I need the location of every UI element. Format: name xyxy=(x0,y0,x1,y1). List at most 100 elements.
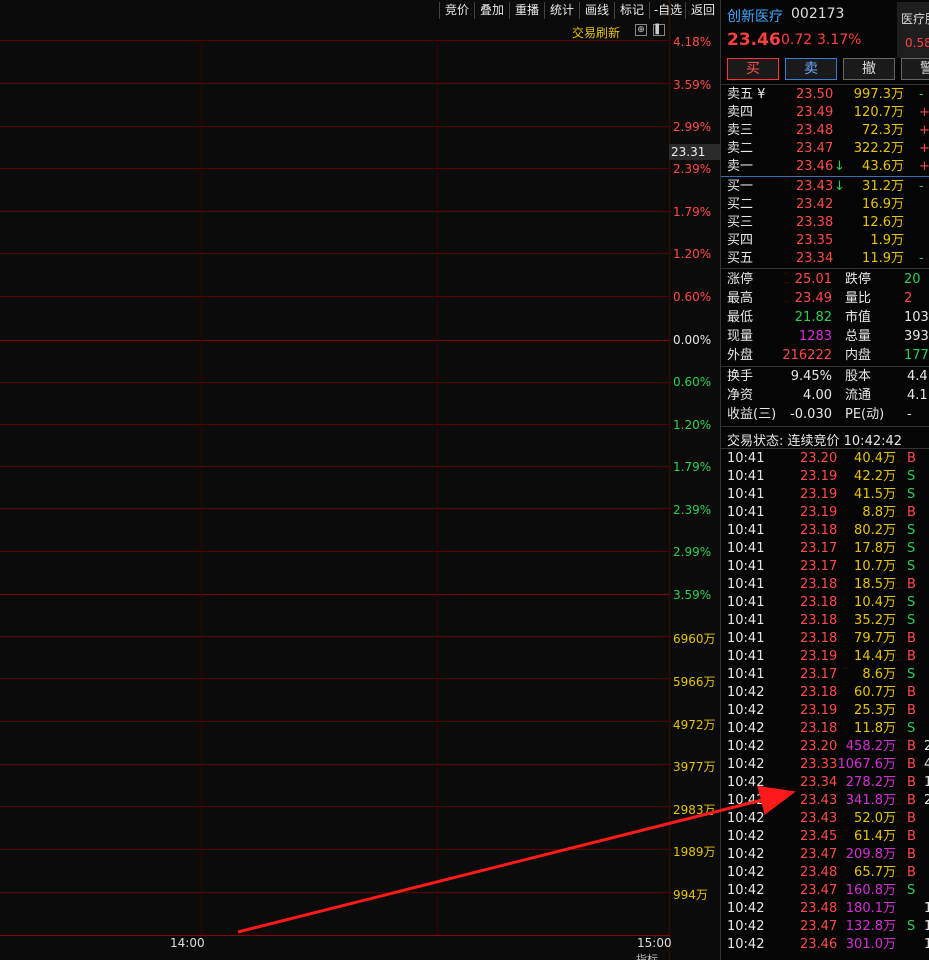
ask-volume: 120.7万 xyxy=(853,105,904,120)
stat-label: 涨停 xyxy=(727,272,754,287)
tick-volume: 1067.6万 xyxy=(837,757,897,772)
volume-label: 6960万 xyxy=(673,632,716,646)
refresh-label: 交易刷新 xyxy=(572,26,621,40)
tick-row: 10:42 23.19 25.3万 B xyxy=(721,702,929,720)
grid-line xyxy=(0,340,669,341)
bid-volume: 1.9万 xyxy=(870,233,904,248)
bid-price: 23.42 xyxy=(796,197,834,212)
tick-time: 10:42 xyxy=(727,685,765,700)
indicator-tab[interactable]: 指标 xyxy=(636,951,658,960)
toolbar-button-1[interactable]: 叠加 xyxy=(476,1,508,20)
tick-row: 10:41 23.19 41.5万 S xyxy=(721,486,929,504)
tick-price: 23.48 xyxy=(800,865,838,880)
ask-volume: 72.3万 xyxy=(862,123,904,138)
tick-row: 10:41 23.17 8.6万 S xyxy=(721,666,929,684)
tick-time: 10:42 xyxy=(727,901,765,916)
price-change: 0.72 xyxy=(781,32,813,48)
tick-price: 23.33 xyxy=(800,757,838,772)
divider xyxy=(721,176,929,177)
intraday-chart[interactable] xyxy=(0,0,669,960)
ask-volume: 43.6万 xyxy=(862,159,904,174)
tick-side: B xyxy=(907,793,916,808)
tick-side: B xyxy=(907,847,916,862)
tick-side: S xyxy=(907,469,916,484)
tick-count: 1 xyxy=(924,774,929,792)
tick-row: 10:42 23.43 52.0万 B xyxy=(721,810,929,828)
bid-row: 买四 23.35 1.9万 xyxy=(721,232,929,250)
stat-label: 总量 xyxy=(845,329,872,344)
toolbar-button-5[interactable]: 标记 xyxy=(616,1,648,20)
tick-volume: 278.2万 xyxy=(845,775,896,790)
panel-toggle-icon[interactable]: ▌ xyxy=(653,24,665,36)
last-price: 23.46 xyxy=(727,30,781,50)
stat-value: 2 xyxy=(904,291,913,306)
tick-price: 23.18 xyxy=(800,721,838,736)
tick-row: 10:42 23.34 278.2万 B1 xyxy=(721,774,929,792)
stat-label: 外盘 xyxy=(727,348,754,363)
bid-price: 23.38 xyxy=(796,215,834,230)
tick-side: B xyxy=(907,631,916,646)
stock-name[interactable]: 创新医疗 xyxy=(727,6,783,26)
tick-time: 10:41 xyxy=(727,631,765,646)
tick-volume: 79.7万 xyxy=(854,631,896,646)
tick-volume: 10.7万 xyxy=(854,559,896,574)
tick-side: B xyxy=(907,505,916,520)
toolbar-button-3[interactable]: 统计 xyxy=(546,1,578,20)
ask-price: 23.49 xyxy=(796,105,834,120)
alert-button[interactable]: 警 xyxy=(901,58,929,80)
tick-row: 10:41 23.18 10.4万 S xyxy=(721,594,929,612)
stats-row: 现量 1283 总量 3932 xyxy=(721,328,929,346)
grid-line xyxy=(0,935,669,936)
tick-price: 23.19 xyxy=(800,703,838,718)
cancel-button[interactable]: 撤 xyxy=(843,58,895,80)
stat-value: 20 xyxy=(904,272,921,287)
toolbar-button-6[interactable]: -自选 xyxy=(651,1,685,20)
bid-volume: 12.6万 xyxy=(862,215,904,230)
tick-time: 10:42 xyxy=(727,883,765,898)
tick-side: B xyxy=(907,811,916,826)
toolbar-button-2[interactable]: 重播 xyxy=(511,1,543,20)
ask-price: 23.50 xyxy=(796,87,834,102)
tick-time: 10:41 xyxy=(727,595,765,610)
bid-row: 买三 23.38 12.6万 xyxy=(721,214,929,232)
tick-volume: 132.8万 xyxy=(845,919,896,934)
bid-label: 买四 xyxy=(727,233,754,248)
current-price-tag: 23.31 xyxy=(669,144,720,160)
bid-volume: 16.9万 xyxy=(862,197,904,212)
price-change-pct: 3.17% xyxy=(817,32,862,48)
pct-label-up: 1.79% xyxy=(673,205,712,219)
sector-box[interactable]: 医疗服 0.58 xyxy=(897,2,929,58)
stat-value: 21.82 xyxy=(794,310,832,325)
sector-name: 医疗服 xyxy=(901,12,929,26)
toolbar-button-4[interactable]: 画线 xyxy=(581,1,613,20)
tick-row: 10:42 23.18 60.7万 B xyxy=(721,684,929,702)
chart-toolbar: 竞价 叠加 重播 统计 画线 标记 -自选 返回 xyxy=(0,0,720,21)
tick-volume: 52.0万 xyxy=(854,811,896,826)
tick-volume: 60.7万 xyxy=(854,685,896,700)
divider xyxy=(721,426,929,427)
tick-price: 23.45 xyxy=(800,829,838,844)
tick-row: 10:41 23.19 8.8万 B xyxy=(721,504,929,522)
tick-time: 10:41 xyxy=(727,541,765,556)
divider xyxy=(721,268,929,269)
tick-time: 10:42 xyxy=(727,937,765,952)
tick-count: 2 xyxy=(924,738,929,756)
fund-label: 收益(三) xyxy=(727,407,777,422)
stat-label: 最高 xyxy=(727,291,754,306)
tick-volume: 25.3万 xyxy=(854,703,896,718)
buy-button[interactable]: 买 xyxy=(727,58,779,80)
ask-volume: 997.3万 xyxy=(853,87,904,102)
toolbar-button-7[interactable]: 返回 xyxy=(687,1,719,20)
pct-label-down: 2.39% xyxy=(673,503,712,517)
pct-label-up: 4.18% xyxy=(673,35,712,49)
tick-price: 23.47 xyxy=(800,919,838,934)
tick-time: 10:42 xyxy=(727,865,765,880)
tick-side: S xyxy=(907,667,916,682)
toolbar-button-0[interactable]: 竞价 xyxy=(441,1,473,20)
sell-button[interactable]: 卖 xyxy=(785,58,837,80)
tick-row: 10:42 23.43 341.8万 B2 xyxy=(721,792,929,810)
stat-label: 量比 xyxy=(845,291,872,306)
bid-row: 买一 23.43 ↓ 31.2万 - xyxy=(721,178,929,196)
settings-icon[interactable]: ⊕ xyxy=(635,24,647,36)
tick-price: 23.46 xyxy=(800,937,838,952)
